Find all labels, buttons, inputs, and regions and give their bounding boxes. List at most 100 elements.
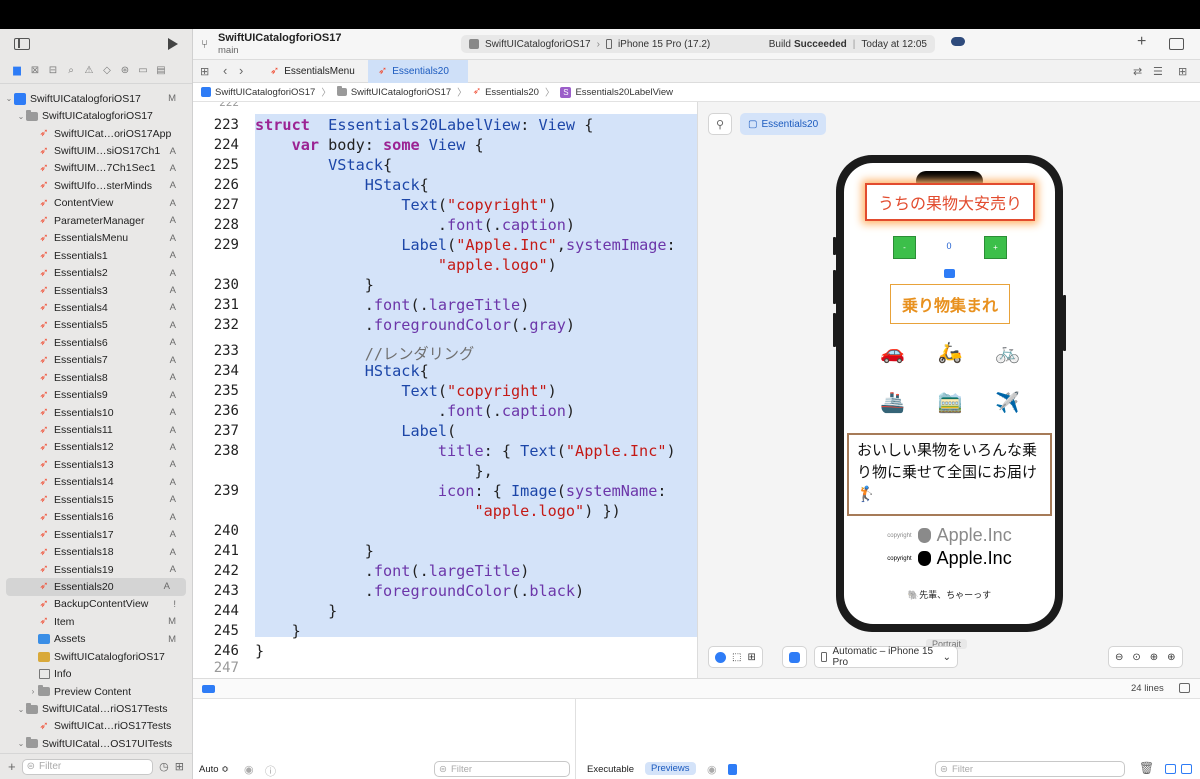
navigator-item[interactable]: Info	[0, 665, 192, 682]
navigator-item[interactable]: ➶ SwiftUIM…siOS17Ch1 A	[0, 142, 192, 159]
inspector-toggle-icon[interactable]	[1169, 38, 1184, 50]
minus-button[interactable]: -	[893, 236, 916, 259]
navigator-item[interactable]: ➶ Essentials2 A	[0, 264, 192, 281]
navigator-item[interactable]: SwiftUICatalogforiOS17	[0, 648, 192, 665]
grid-icon[interactable]: ⊞	[200, 65, 209, 78]
navigator-item[interactable]: ➶ Essentials17 A	[0, 526, 192, 543]
navigator-filter-input[interactable]: ⊜ Filter	[21, 758, 154, 775]
navigator-item[interactable]: ➶ Essentials14 A	[0, 474, 192, 491]
navigator-item[interactable]: ➶ Essentials8 A	[0, 369, 192, 386]
navigator-item[interactable]: ➶ BackupContentView!	[0, 596, 192, 613]
navigator-item[interactable]: ➶ SwiftUICat…oriOS17App	[0, 125, 192, 142]
hide-debug-icon[interactable]	[1179, 683, 1190, 693]
navigator-item[interactable]: ➶ Essentials13 A	[0, 456, 192, 473]
run-icon[interactable]	[168, 37, 178, 50]
live-preview-icon[interactable]	[715, 651, 726, 663]
navigator-item[interactable]: ⌄ SwiftUICatalogforiOS17	[0, 107, 192, 124]
navigator-item[interactable]: ➶ SwiftUICat…riOS17Tests	[0, 718, 192, 735]
previews-tab[interactable]: Previews	[645, 762, 696, 775]
navigator-item[interactable]: ➶ Essentials9 A	[0, 386, 192, 403]
folder-navigator-icon[interactable]: ▆	[10, 64, 24, 78]
back-icon[interactable]: ‹	[223, 63, 227, 78]
add-library-icon[interactable]: +	[1137, 33, 1146, 51]
device-selector[interactable]: iPhone 15 Pro (17.2)	[618, 39, 710, 50]
jumpbar-group[interactable]: SwiftUICatalogforiOS17	[351, 87, 451, 98]
report-icon[interactable]: ▤	[154, 64, 168, 78]
navigator-item[interactable]: ➶ ContentView A	[0, 195, 192, 212]
disclosure-open-icon[interactable]: ⌄	[16, 705, 26, 714]
navigator-item[interactable]: ➶ Essentials15 A	[0, 491, 192, 508]
navigator-item[interactable]: ➶ Essentials16 A	[0, 509, 192, 526]
zoom-actual-icon[interactable]: ⊙	[1132, 652, 1140, 663]
navigator-item[interactable]: ➶ Essentials11 A	[0, 421, 192, 438]
disclosure-open-icon[interactable]: ⌄	[4, 94, 14, 103]
preview-selector[interactable]: ▢ Essentials20	[740, 113, 827, 135]
jumpbar-project[interactable]: SwiftUICatalogforiOS17	[215, 87, 315, 98]
info-icon[interactable]: ⓘ	[265, 763, 276, 779]
source-control-icon[interactable]: ⊠	[28, 64, 42, 78]
navigator-item[interactable]: ➶ SwiftUIfo…sterMinds A	[0, 177, 192, 194]
selectable-mode-icon[interactable]: ⬚	[732, 652, 741, 663]
navigator-item[interactable]: ⌄ SwiftUICatal…OS17UITests	[0, 735, 192, 752]
bookmark-icon[interactable]: ⊟	[46, 64, 60, 78]
zoom-out-icon[interactable]: ⊖	[1115, 652, 1123, 663]
navigator-item[interactable]: ➶ Essentials6 A	[0, 334, 192, 351]
variables-filter-input[interactable]: ⊜ Filter	[434, 761, 570, 777]
add-editor-icon[interactable]: ⊞	[1178, 65, 1187, 78]
navigator-item[interactable]: ➶ Essentials18 A	[0, 543, 192, 560]
auto-variables-select[interactable]: Auto ≎	[199, 764, 229, 775]
executable-tab[interactable]: Executable	[587, 764, 634, 775]
navigator-item[interactable]: ➶ Essentials1 A	[0, 247, 192, 264]
preview-device-select[interactable]: Automatic – iPhone 15 Pro ⌄	[814, 646, 958, 668]
zoom-fit-icon[interactable]: ⊕	[1150, 652, 1158, 663]
disclosure-open-icon[interactable]: ⌄	[16, 112, 26, 121]
navigator-item[interactable]: ⌄ SwiftUICatal…riOS17Tests	[0, 700, 192, 717]
sidebar-toggle-icon[interactable]	[14, 37, 30, 50]
navigator-item[interactable]: ➶ Essentials10 A	[0, 404, 192, 421]
trash-icon[interactable]: 🗑	[1139, 761, 1154, 775]
navigator-item[interactable]: ➶ Essentials3 A	[0, 282, 192, 299]
navigator-item[interactable]: Assets M	[0, 631, 192, 648]
add-icon[interactable]: +	[8, 759, 16, 774]
pin-preview-button[interactable]: ⚲	[708, 113, 732, 135]
navigator-item[interactable]: › Preview Content	[0, 683, 192, 700]
split-right-icon[interactable]	[1181, 764, 1192, 774]
jumpbar-symbol[interactable]: Essentials20LabelView	[575, 87, 673, 98]
variants-icon[interactable]: ⊞	[747, 652, 755, 663]
disclosure-open-icon[interactable]: ⌄	[16, 739, 26, 748]
navigator-item[interactable]: ➶ Essentials20 A	[6, 578, 186, 596]
navigator-item[interactable]: ➶ Essentials4 A	[0, 299, 192, 316]
navigator-item[interactable]: ➶ EssentialsMenu A	[0, 230, 192, 247]
eye-icon[interactable]: ◉	[244, 763, 254, 776]
zoom-in-icon[interactable]: ⊕	[1167, 652, 1175, 663]
navigator-item[interactable]: ➶ Essentials5 A	[0, 317, 192, 334]
debug-icon[interactable]: ⊛	[118, 64, 132, 78]
warning-icon[interactable]: ⚠	[82, 64, 96, 78]
split-left-icon[interactable]	[1165, 764, 1176, 774]
recent-files-icon[interactable]: ◷	[159, 760, 169, 773]
navigator-item[interactable]: ➶ Essentials12 A	[0, 439, 192, 456]
debug-area-toggle-icon[interactable]	[202, 685, 215, 693]
scheme-selector[interactable]: SwiftUICatalogforiOS17	[485, 39, 591, 50]
tab-essentials-menu[interactable]: ➶ EssentialsMenu	[260, 60, 366, 83]
toggle-icon[interactable]	[728, 764, 737, 775]
search-icon[interactable]: ⌕	[64, 64, 78, 78]
navigator-item[interactable]: ➶ Item M	[0, 613, 192, 630]
disclosure-closed-icon[interactable]: ›	[28, 687, 38, 696]
tab-essentials20[interactable]: ➶ Essentials20	[368, 60, 468, 83]
device-settings-button[interactable]	[782, 646, 807, 668]
test-icon[interactable]: ◇	[100, 64, 114, 78]
console-filter-input[interactable]: ⊜ Filter	[935, 761, 1125, 777]
navigator-item[interactable]: ➶ SwiftUIM…7Ch1Sec1 A	[0, 160, 192, 177]
breakpoint-icon[interactable]: ▭	[136, 64, 150, 78]
editor-options-icon[interactable]: ☰	[1153, 65, 1163, 78]
plus-button[interactable]: +	[984, 236, 1007, 259]
jumpbar-file[interactable]: Essentials20	[485, 87, 539, 98]
navigator-item[interactable]: ⌄ SwiftUICatalogforiOS17 M	[0, 90, 192, 107]
navigator-item[interactable]: ➶ ParameterManager A	[0, 212, 192, 229]
forward-icon[interactable]: ›	[239, 63, 243, 78]
source-editor[interactable]: 222 struct Essentials20LabelView: View {…	[193, 102, 697, 678]
related-items-icon[interactable]: ⇄	[1133, 65, 1142, 78]
navigator-item[interactable]: ➶ Essentials7 A	[0, 352, 192, 369]
navigator-item[interactable]: ➶ Essentials19 A	[0, 561, 192, 578]
